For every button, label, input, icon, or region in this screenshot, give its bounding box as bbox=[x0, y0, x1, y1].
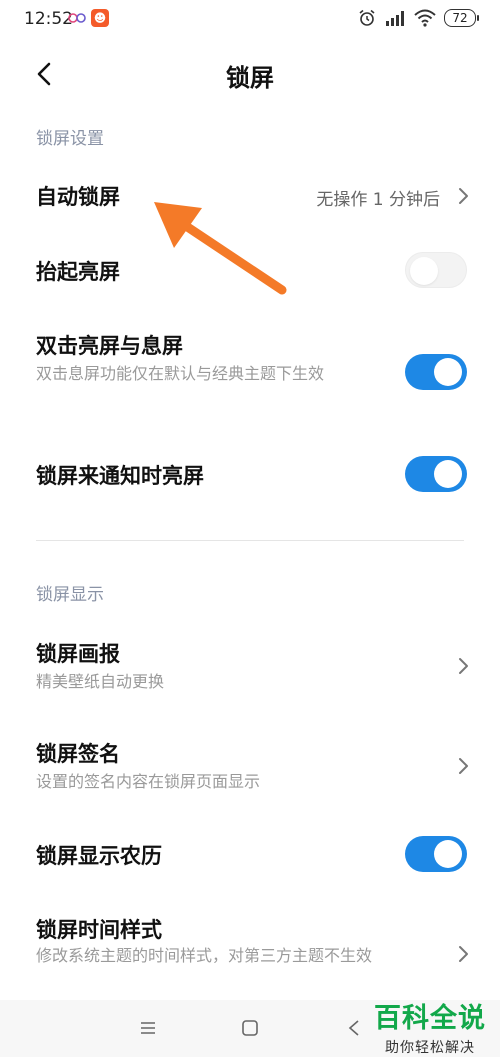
section-header-lock-settings: 锁屏设置 bbox=[36, 129, 104, 149]
watermark-logo: 百科全说 助你轻松解决 bbox=[374, 996, 486, 1057]
battery-icon: 72 bbox=[444, 9, 479, 27]
battery-level: 72 bbox=[452, 11, 468, 25]
row-title: 自动锁屏 bbox=[36, 185, 120, 209]
row-subtitle: 精美壁纸自动更换 bbox=[36, 672, 165, 691]
home-button[interactable] bbox=[238, 1016, 262, 1040]
toggle-switch-off[interactable] bbox=[405, 252, 467, 288]
back-nav-button[interactable] bbox=[342, 1016, 366, 1040]
row-subtitle: 双击息屏功能仅在默认与经典主题下生效 bbox=[36, 364, 325, 383]
status-bar: 12:52 ☻ 72 bbox=[0, 0, 500, 40]
people-app-icon bbox=[68, 13, 86, 23]
row-title: 锁屏签名 bbox=[36, 742, 120, 766]
header: 锁屏 bbox=[0, 42, 500, 108]
chevron-right-icon bbox=[459, 758, 468, 774]
row-title: 锁屏显示农历 bbox=[36, 844, 162, 868]
setting-row-wallpaper-carousel[interactable]: 锁屏画报 精美壁纸自动更换 bbox=[0, 630, 500, 706]
row-title: 双击亮屏与息屏 bbox=[36, 334, 183, 358]
page-title: 锁屏 bbox=[226, 64, 274, 92]
watermark-title: 百科全说 bbox=[374, 1003, 486, 1034]
row-subtitle: 设置的签名内容在锁屏页面显示 bbox=[36, 772, 261, 791]
row-value: 无操作 1 分钟后 bbox=[316, 190, 440, 210]
row-title: 锁屏来通知时亮屏 bbox=[36, 464, 204, 488]
setting-row-signature[interactable]: 锁屏签名 设置的签名内容在锁屏页面显示 bbox=[0, 730, 500, 806]
menu-icon bbox=[141, 1022, 155, 1034]
toggle-knob bbox=[434, 840, 462, 868]
setting-row-lunar-calendar[interactable]: 锁屏显示农历 bbox=[0, 826, 500, 886]
row-title: 抬起亮屏 bbox=[36, 260, 120, 284]
watermark-subtitle: 助你轻松解决 bbox=[385, 1040, 475, 1056]
chevron-right-icon bbox=[459, 946, 468, 962]
section-header-lock-display: 锁屏显示 bbox=[36, 585, 104, 605]
toggle-knob bbox=[434, 460, 462, 488]
app-notification-icon: ☻ bbox=[91, 9, 109, 27]
toggle-knob bbox=[434, 358, 462, 386]
toggle-switch-on[interactable] bbox=[405, 836, 467, 872]
back-triangle-icon bbox=[348, 1020, 359, 1036]
toggle-switch-on[interactable] bbox=[405, 456, 467, 492]
home-square-icon bbox=[242, 1020, 258, 1036]
setting-row-wake-on-notification[interactable]: 锁屏来通知时亮屏 bbox=[0, 446, 500, 506]
chevron-right-icon bbox=[459, 658, 468, 674]
row-subtitle: 修改系统主题的时间样式，对第三方主题不生效 bbox=[36, 946, 373, 965]
hd-signal-icon bbox=[386, 11, 404, 26]
alarm-icon bbox=[359, 9, 375, 26]
status-time: 12:52 bbox=[24, 9, 73, 29]
orange-arrow-annotation bbox=[154, 202, 287, 295]
status-icons: 72 bbox=[358, 9, 479, 27]
row-title: 锁屏时间样式 bbox=[36, 918, 162, 942]
row-title: 锁屏画报 bbox=[36, 642, 120, 666]
setting-row-double-tap[interactable]: 双击亮屏与息屏 双击息屏功能仅在默认与经典主题下生效 bbox=[0, 326, 500, 422]
chevron-right-icon bbox=[459, 188, 468, 204]
setting-row-clock-style[interactable]: 锁屏时间样式 修改系统主题的时间样式，对第三方主题不生效 bbox=[0, 906, 500, 1002]
menu-button[interactable] bbox=[136, 1016, 160, 1040]
toggle-knob bbox=[410, 257, 438, 285]
section-divider bbox=[36, 540, 464, 541]
wifi-icon bbox=[414, 9, 436, 27]
toggle-switch-on[interactable] bbox=[405, 354, 467, 390]
